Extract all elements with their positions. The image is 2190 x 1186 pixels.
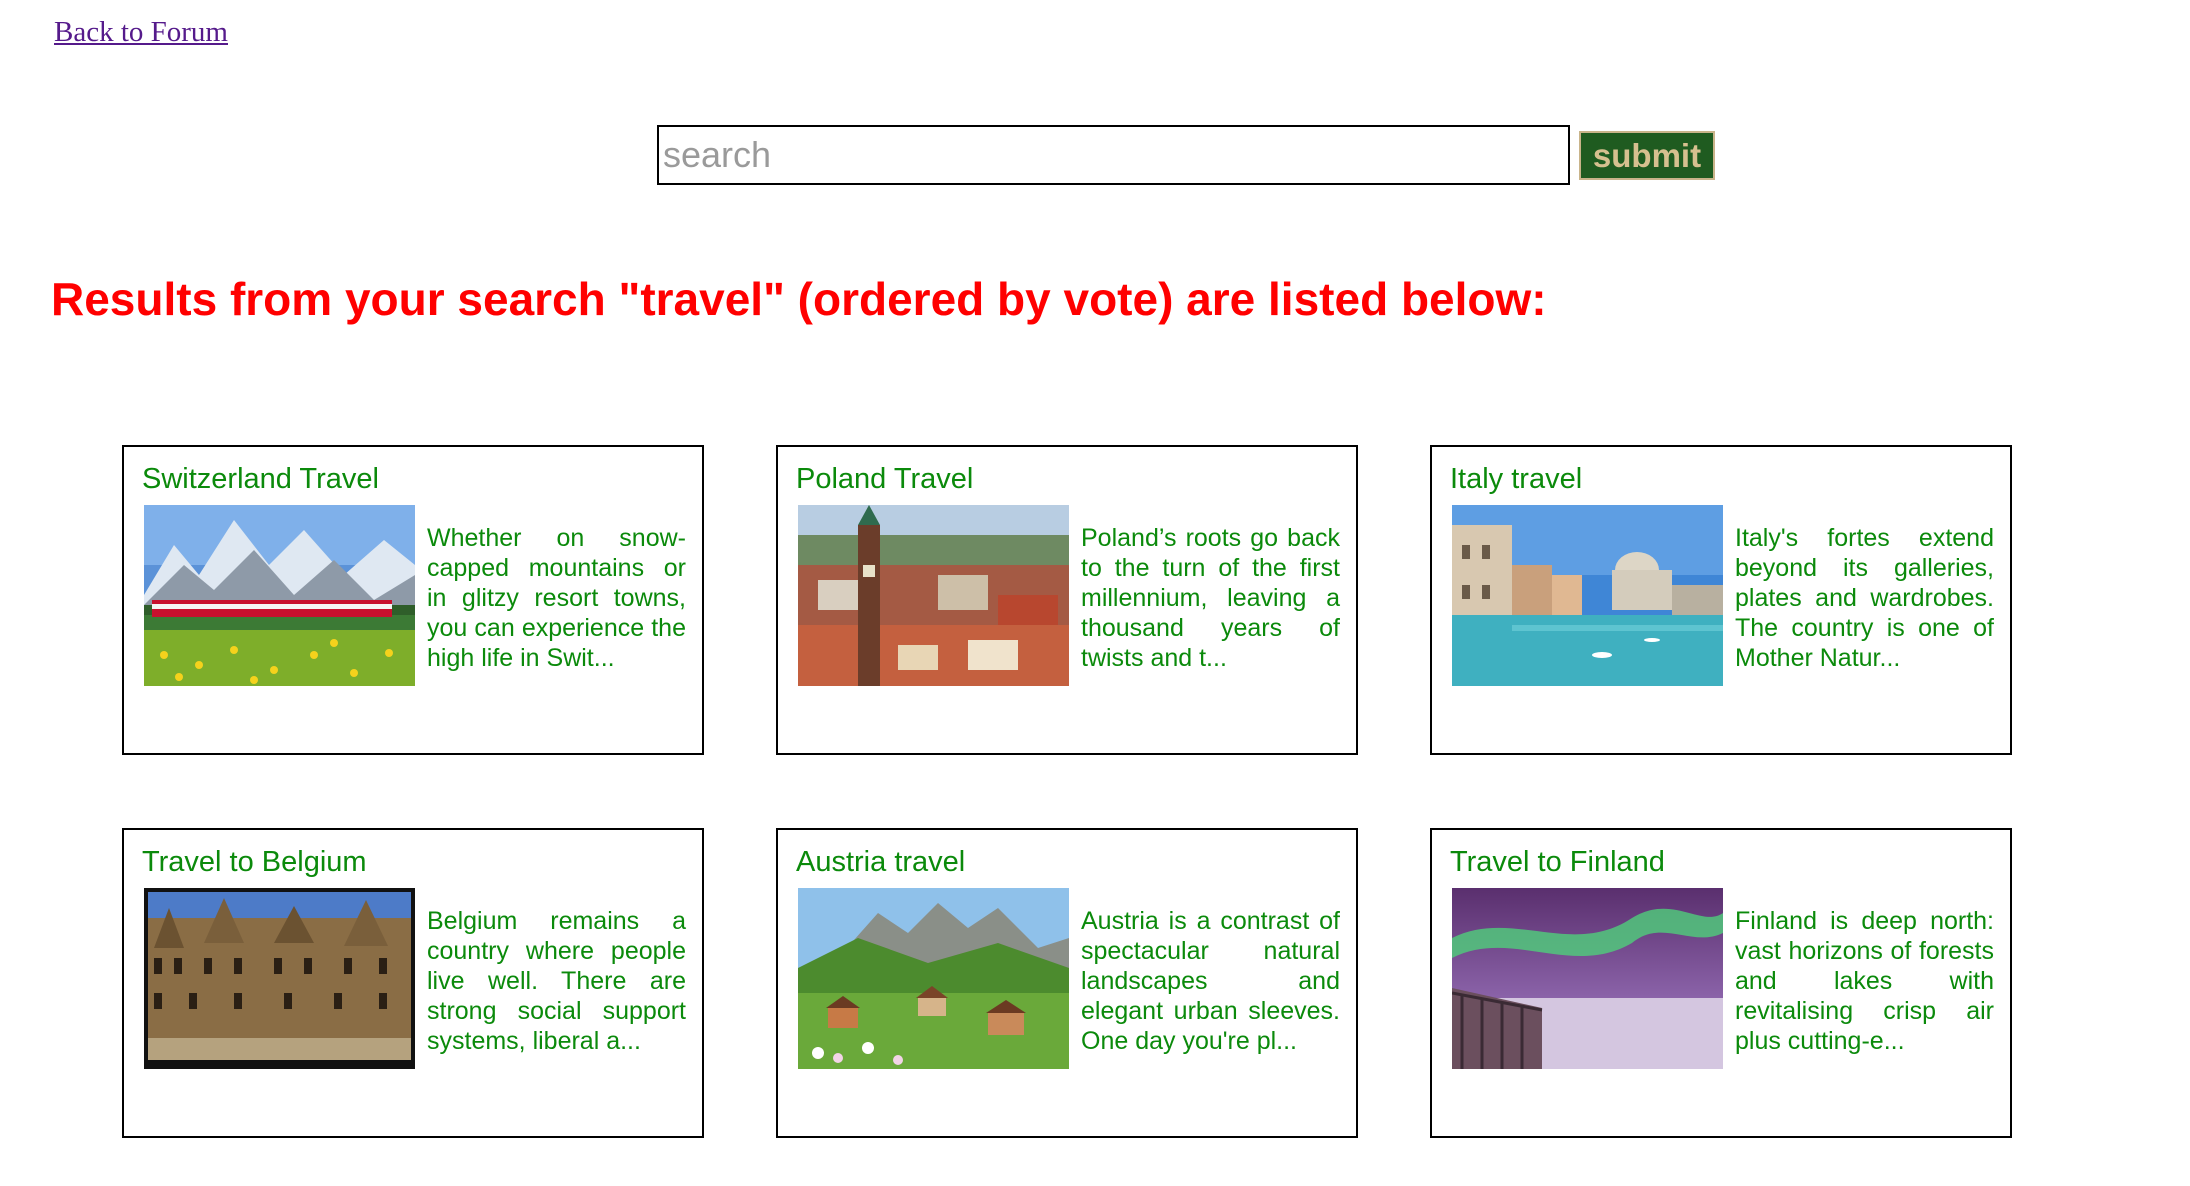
- back-to-forum-link[interactable]: Back to Forum: [54, 16, 228, 49]
- result-card-poland[interactable]: Poland Travel Poland’s roots go back to …: [776, 445, 1358, 755]
- submit-button[interactable]: submit: [1579, 131, 1715, 180]
- search-input[interactable]: [657, 125, 1570, 185]
- card-title[interactable]: Austria travel: [796, 846, 965, 879]
- card-title[interactable]: Travel to Belgium: [142, 846, 367, 879]
- card-thumbnail-switzerland[interactable]: [144, 505, 415, 686]
- card-title[interactable]: Switzerland Travel: [142, 463, 379, 496]
- result-card-belgium[interactable]: Travel to Belgium Belgium remains a coun…: [122, 828, 704, 1138]
- results-heading: Results from your search "travel" (order…: [51, 273, 1547, 325]
- card-thumbnail-poland[interactable]: [798, 505, 1069, 686]
- card-excerpt: Poland’s roots go back to the turn of th…: [1081, 524, 1340, 672]
- card-excerpt: Austria is a contrast of spectacular nat…: [1081, 907, 1340, 1055]
- card-title[interactable]: Poland Travel: [796, 463, 973, 496]
- card-excerpt: Italy's fortes extend beyond its galleri…: [1735, 524, 1994, 672]
- card-thumbnail-italy[interactable]: [1452, 505, 1723, 686]
- card-thumbnail-austria[interactable]: [798, 888, 1069, 1069]
- result-card-switzerland[interactable]: Switzerland Travel Whether on snow-cappe…: [122, 445, 704, 755]
- card-title[interactable]: Italy travel: [1450, 463, 1582, 496]
- result-card-austria[interactable]: Austria travel Austria is a contrast of …: [776, 828, 1358, 1138]
- result-card-finland[interactable]: Travel to Finland Finland is deep north:…: [1430, 828, 2012, 1138]
- card-excerpt: Belgium remains a country where people l…: [427, 907, 686, 1055]
- card-excerpt: Finland is deep north: vast horizons of …: [1735, 907, 1994, 1055]
- card-title[interactable]: Travel to Finland: [1450, 846, 1665, 879]
- card-excerpt: Whether on snow-capped mountains or in g…: [427, 524, 686, 672]
- card-thumbnail-belgium[interactable]: [144, 888, 415, 1069]
- card-thumbnail-finland[interactable]: [1452, 888, 1723, 1069]
- result-card-italy[interactable]: Italy travel Italy's fortes extend beyon…: [1430, 445, 2012, 755]
